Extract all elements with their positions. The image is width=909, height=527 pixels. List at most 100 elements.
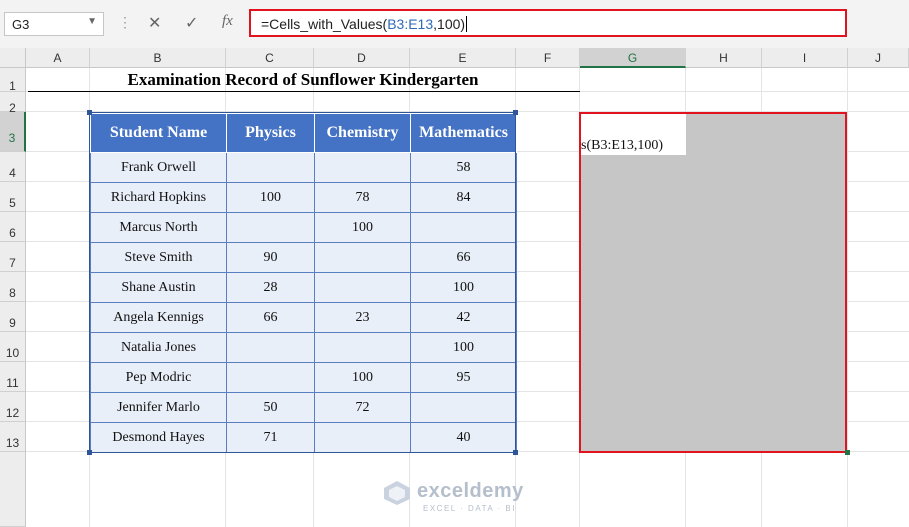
column-header-e[interactable]: E [410,48,516,68]
row-header-1[interactable]: 1 [0,68,26,93]
table-cell[interactable]: 100 [314,362,411,393]
column-header-f[interactable]: F [516,48,580,68]
row-header-9[interactable]: 9 [0,302,26,332]
output-range-g3[interactable]: s(B3:E13,100) [579,112,847,453]
fill-handle[interactable] [845,450,850,455]
row-header-3[interactable]: 3 [0,112,26,152]
column-header-j[interactable]: J [848,48,909,68]
table-cell[interactable]: Desmond Hayes [90,422,227,453]
resize-handle[interactable] [87,450,92,455]
table-cell[interactable]: 66 [226,302,315,333]
select-all-corner[interactable] [0,48,26,68]
table-row: Steve Smith 90 66 [90,242,517,273]
table-cell[interactable]: 95 [410,362,517,393]
header-chemistry[interactable]: Chemistry [314,113,411,153]
table-cell[interactable]: 100 [226,182,315,213]
resize-handle[interactable] [87,110,92,115]
table-cell[interactable]: 23 [314,302,411,333]
formula-input[interactable]: =Cells_with_Values(B3:E13,100) [249,9,847,37]
watermark-tagline: EXCEL · DATA · BI [423,504,516,513]
gridline [847,68,848,527]
column-header-g[interactable]: G [580,48,686,68]
row-header-12[interactable]: 12 [0,392,26,422]
table-cell[interactable]: 66 [410,242,517,273]
row-header-8[interactable]: 8 [0,272,26,302]
table-cell[interactable]: 42 [410,302,517,333]
drag-handle-icon[interactable]: ⋮ [118,14,132,31]
column-header-b[interactable]: B [90,48,226,68]
row-header-4[interactable]: 4 [0,152,26,182]
table-cell[interactable] [314,332,411,363]
table-cell[interactable] [226,152,315,183]
table-cell[interactable]: 50 [226,392,315,423]
table-row: Jennifer Marlo 50 72 [90,392,517,423]
table-cell[interactable] [410,392,517,423]
header-mathematics[interactable]: Mathematics [410,113,517,153]
table-cell[interactable] [410,212,517,243]
table-cell[interactable]: 71 [226,422,315,453]
row-header-6[interactable]: 6 [0,212,26,242]
table-cell[interactable]: 58 [410,152,517,183]
header-physics[interactable]: Physics [226,113,315,153]
table-cell[interactable] [226,362,315,393]
table-cell[interactable]: 100 [410,332,517,363]
header-student-name[interactable]: Student Name [90,113,227,153]
exceldemy-logo-icon [384,481,410,505]
table-cell[interactable]: Richard Hopkins [90,182,227,213]
table-cell[interactable]: Natalia Jones [90,332,227,363]
resize-handle[interactable] [513,450,518,455]
name-box[interactable]: G3 ▼ [4,12,104,36]
cancel-icon[interactable]: ✕ [148,13,161,33]
table-cell[interactable]: Steve Smith [90,242,227,273]
column-header-i[interactable]: I [762,48,848,68]
row-header-2[interactable]: 2 [0,92,26,115]
table-cell[interactable]: 100 [314,212,411,243]
watermark-name: exceldemy [417,480,524,502]
worksheet[interactable]: ABCDEFGHIJ 1 2 3 4 5 6 7 8 9 10 11 12 13 Examination… [0,48,909,527]
table-cell[interactable]: 78 [314,182,411,213]
table-cell[interactable] [226,332,315,363]
table-cell[interactable]: 84 [410,182,517,213]
row-header-blank [0,452,26,527]
table-cell[interactable]: Marcus North [90,212,227,243]
table-cell[interactable] [314,422,411,453]
formula-bar: G3 ▼ ⋮ ✕ ✓ fx =Cells_with_Values(B3:E13,… [0,0,909,50]
table-cell[interactable]: 40 [410,422,517,453]
table-cell[interactable]: Shane Austin [90,272,227,303]
row-header-11[interactable]: 11 [0,362,26,392]
column-header-c[interactable]: C [226,48,314,68]
column-header-d[interactable]: D [314,48,410,68]
table-cell[interactable]: Jennifer Marlo [90,392,227,423]
table-cell[interactable]: Angela Kennigs [90,302,227,333]
formula-suffix: ,100) [433,16,466,32]
column-header-h[interactable]: H [686,48,762,68]
table-cell[interactable] [314,152,411,183]
chevron-down-icon[interactable]: ▼ [87,16,97,27]
table-cell[interactable] [314,242,411,273]
table-row: Pep Modric 100 95 [90,362,517,393]
table-cell[interactable]: 100 [410,272,517,303]
table-cell[interactable]: Pep Modric [90,362,227,393]
exam-record-table: Student Name Physics Chemistry Mathemati… [90,113,517,453]
table-cell[interactable]: 72 [314,392,411,423]
insert-function-icon[interactable]: fx [222,13,233,30]
row-header-5[interactable]: 5 [0,182,26,212]
table-row: Frank Orwell 58 [90,152,517,183]
row-header-10[interactable]: 10 [0,332,26,362]
output-cell-text: s(B3:E13,100) [581,138,664,153]
column-header-a[interactable]: A [26,48,90,68]
table-cell[interactable] [226,212,315,243]
table-cell[interactable]: 90 [226,242,315,273]
table-cell[interactable]: 28 [226,272,315,303]
table-row: Shane Austin 28 100 [90,272,517,303]
table-cell[interactable] [314,272,411,303]
table-cell[interactable]: Frank Orwell [90,152,227,183]
table-row: Richard Hopkins 100 78 84 [90,182,517,213]
formula-range-ref: B3:E13 [387,16,434,32]
enter-icon[interactable]: ✓ [185,13,198,33]
sheet-title: Examination Record of Sunflower Kinderga… [127,70,479,89]
table-row: Marcus North 100 [90,212,517,243]
resize-handle[interactable] [513,110,518,115]
row-header-7[interactable]: 7 [0,242,26,272]
row-header-13[interactable]: 13 [0,422,26,452]
